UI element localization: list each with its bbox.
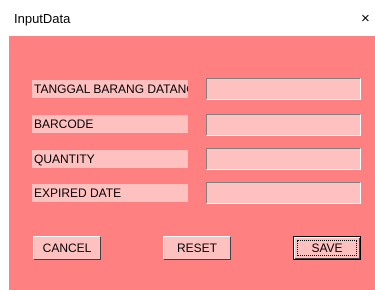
form-body: TANGGAL BARANG DATANG BARCODE QUANTITY E… bbox=[9, 36, 375, 290]
cancel-button[interactable]: CANCEL bbox=[33, 236, 101, 260]
window-title: InputData bbox=[14, 11, 71, 26]
tanggal-barang-datang-label: TANGGAL BARANG DATANG bbox=[32, 80, 188, 98]
close-icon[interactable]: × bbox=[361, 2, 375, 36]
expired-date-label: EXPIRED DATE bbox=[32, 184, 188, 202]
input-data-window: InputData × TANGGAL BARANG DATANG BARCOD… bbox=[9, 2, 375, 290]
focus-rectangle bbox=[297, 240, 357, 256]
barcode-label: BARCODE bbox=[32, 115, 188, 133]
tanggal-barang-datang-input[interactable] bbox=[206, 78, 361, 100]
barcode-input[interactable] bbox=[206, 114, 361, 136]
expired-date-input[interactable] bbox=[206, 182, 361, 204]
quantity-label: QUANTITY bbox=[32, 150, 188, 168]
save-button[interactable]: SAVE bbox=[293, 236, 361, 260]
quantity-input[interactable] bbox=[206, 148, 361, 170]
title-bar: InputData × bbox=[9, 2, 375, 36]
reset-button[interactable]: RESET bbox=[163, 236, 231, 260]
